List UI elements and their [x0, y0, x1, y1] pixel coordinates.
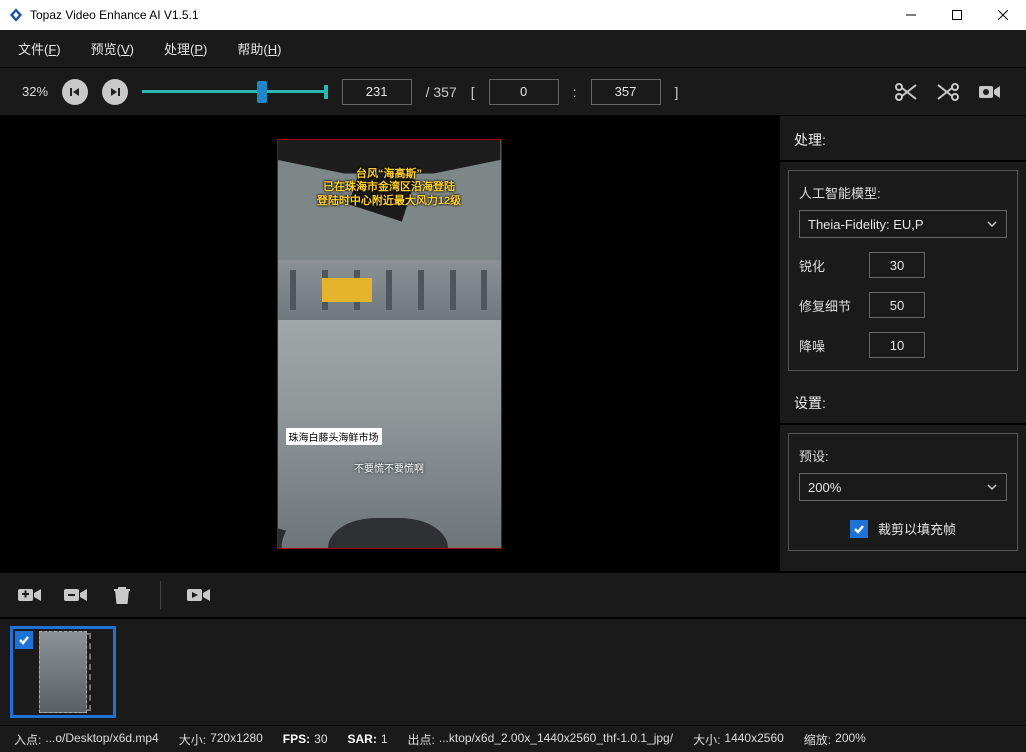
menu-file[interactable]: 文件(F): [18, 39, 61, 58]
zoom-percent: 32%: [22, 84, 48, 99]
denoise-label: 降噪: [799, 336, 859, 355]
ai-model-select[interactable]: Theia-Fidelity: EU,P: [799, 210, 1007, 238]
record-button[interactable]: [976, 78, 1004, 106]
cut-end-button[interactable]: [934, 78, 962, 106]
window-title: Topaz Video Enhance AI V1.5.1: [30, 8, 199, 22]
prev-frame-button[interactable]: [62, 79, 88, 105]
cut-start-button[interactable]: [892, 78, 920, 106]
range-colon: :: [573, 84, 577, 100]
app-logo-icon: [8, 7, 24, 23]
status-in-value: ...o/Desktop/x6d.mp4: [45, 731, 158, 748]
status-size1-label: 大小:: [179, 731, 206, 748]
timeline-slider[interactable]: [142, 82, 328, 102]
process-section-title: 处理:: [780, 116, 1026, 162]
sharpen-value[interactable]: 30: [869, 252, 925, 278]
denoise-value[interactable]: 10: [869, 332, 925, 358]
status-sar-value: 1: [381, 732, 388, 746]
menu-process[interactable]: 处理(P): [164, 39, 207, 58]
status-out-label: 出点:: [408, 731, 435, 748]
chevron-down-icon: [986, 218, 998, 230]
detail-label: 修复细节: [799, 296, 859, 315]
menu-preview[interactable]: 预览(V): [91, 39, 134, 58]
status-bar: 入点: ...o/Desktop/x6d.mp4 大小: 720x1280 FP…: [0, 725, 1026, 752]
detail-value[interactable]: 50: [869, 292, 925, 318]
video-caption-location: 珠海白藤头海鲜市场: [286, 428, 382, 445]
video-preview: 台风“海高斯” 已在珠海市金湾区沿海登陆 登陆时中心附近最大风力12级 珠海白藤…: [0, 116, 778, 571]
status-size2-value: 1440x2560: [724, 731, 783, 748]
preset-select[interactable]: 200%: [799, 473, 1007, 501]
status-fps-label: FPS:: [283, 732, 310, 746]
next-frame-button[interactable]: [102, 79, 128, 105]
window-minimize-button[interactable]: [888, 0, 934, 30]
menu-help[interactable]: 帮助(H): [237, 39, 281, 58]
status-fps-value: 30: [314, 732, 327, 746]
range-start-input[interactable]: 0: [489, 79, 559, 105]
range-end-input[interactable]: 357: [591, 79, 661, 105]
remove-video-button[interactable]: [62, 581, 90, 609]
video-frame: 台风“海高斯” 已在珠海市金湾区沿海登陆 登陆时中心附近最大风力12级 珠海白藤…: [277, 139, 502, 549]
preset-label: 预设:: [799, 446, 1007, 465]
crop-checkbox[interactable]: [850, 520, 868, 538]
crop-label: 裁剪以填充帧: [878, 519, 956, 538]
clip-thumbnails: [0, 617, 1026, 725]
add-video-button[interactable]: [16, 581, 44, 609]
playback-controls: 32% 231 / 357 [ 0 : 357 ]: [0, 68, 1026, 116]
status-sar-label: SAR:: [348, 732, 377, 746]
status-scale-label: 缩放:: [804, 731, 831, 748]
current-frame-input[interactable]: 231: [342, 79, 412, 105]
menu-bar: 文件(F) 预览(V) 处理(P) 帮助(H): [0, 30, 1026, 68]
window-close-button[interactable]: [980, 0, 1026, 30]
settings-section-title: 设置:: [780, 379, 1026, 425]
ai-model-label: 人工智能模型:: [799, 183, 1007, 202]
process-video-button[interactable]: [185, 581, 213, 609]
window-maximize-button[interactable]: [934, 0, 980, 30]
status-size2-label: 大小:: [693, 731, 720, 748]
clip-thumbnail[interactable]: [10, 626, 116, 718]
bottom-toolbar: [0, 571, 1026, 617]
right-panel: 处理: 人工智能模型: Theia-Fidelity: EU,P 锐化 30 修复…: [778, 116, 1026, 571]
status-out-value: ...ktop/x6d_2.00x_1440x2560_thf-1.0.1_jp…: [439, 731, 673, 748]
status-scale-value: 200%: [835, 731, 866, 748]
status-size1-value: 720x1280: [210, 731, 263, 748]
clip-selected-check[interactable]: [15, 631, 33, 649]
bracket-close: ]: [675, 84, 679, 100]
video-headline: 台风“海高斯” 已在珠海市金湾区沿海登陆 登陆时中心附近最大风力12级: [278, 168, 501, 209]
frame-separator: / 357: [426, 84, 457, 100]
status-in-label: 入点:: [14, 731, 41, 748]
delete-button[interactable]: [108, 581, 136, 609]
bracket-open: [: [471, 84, 475, 100]
sharpen-label: 锐化: [799, 256, 859, 275]
window-titlebar: Topaz Video Enhance AI V1.5.1: [0, 0, 1026, 30]
chevron-down-icon: [986, 481, 998, 493]
